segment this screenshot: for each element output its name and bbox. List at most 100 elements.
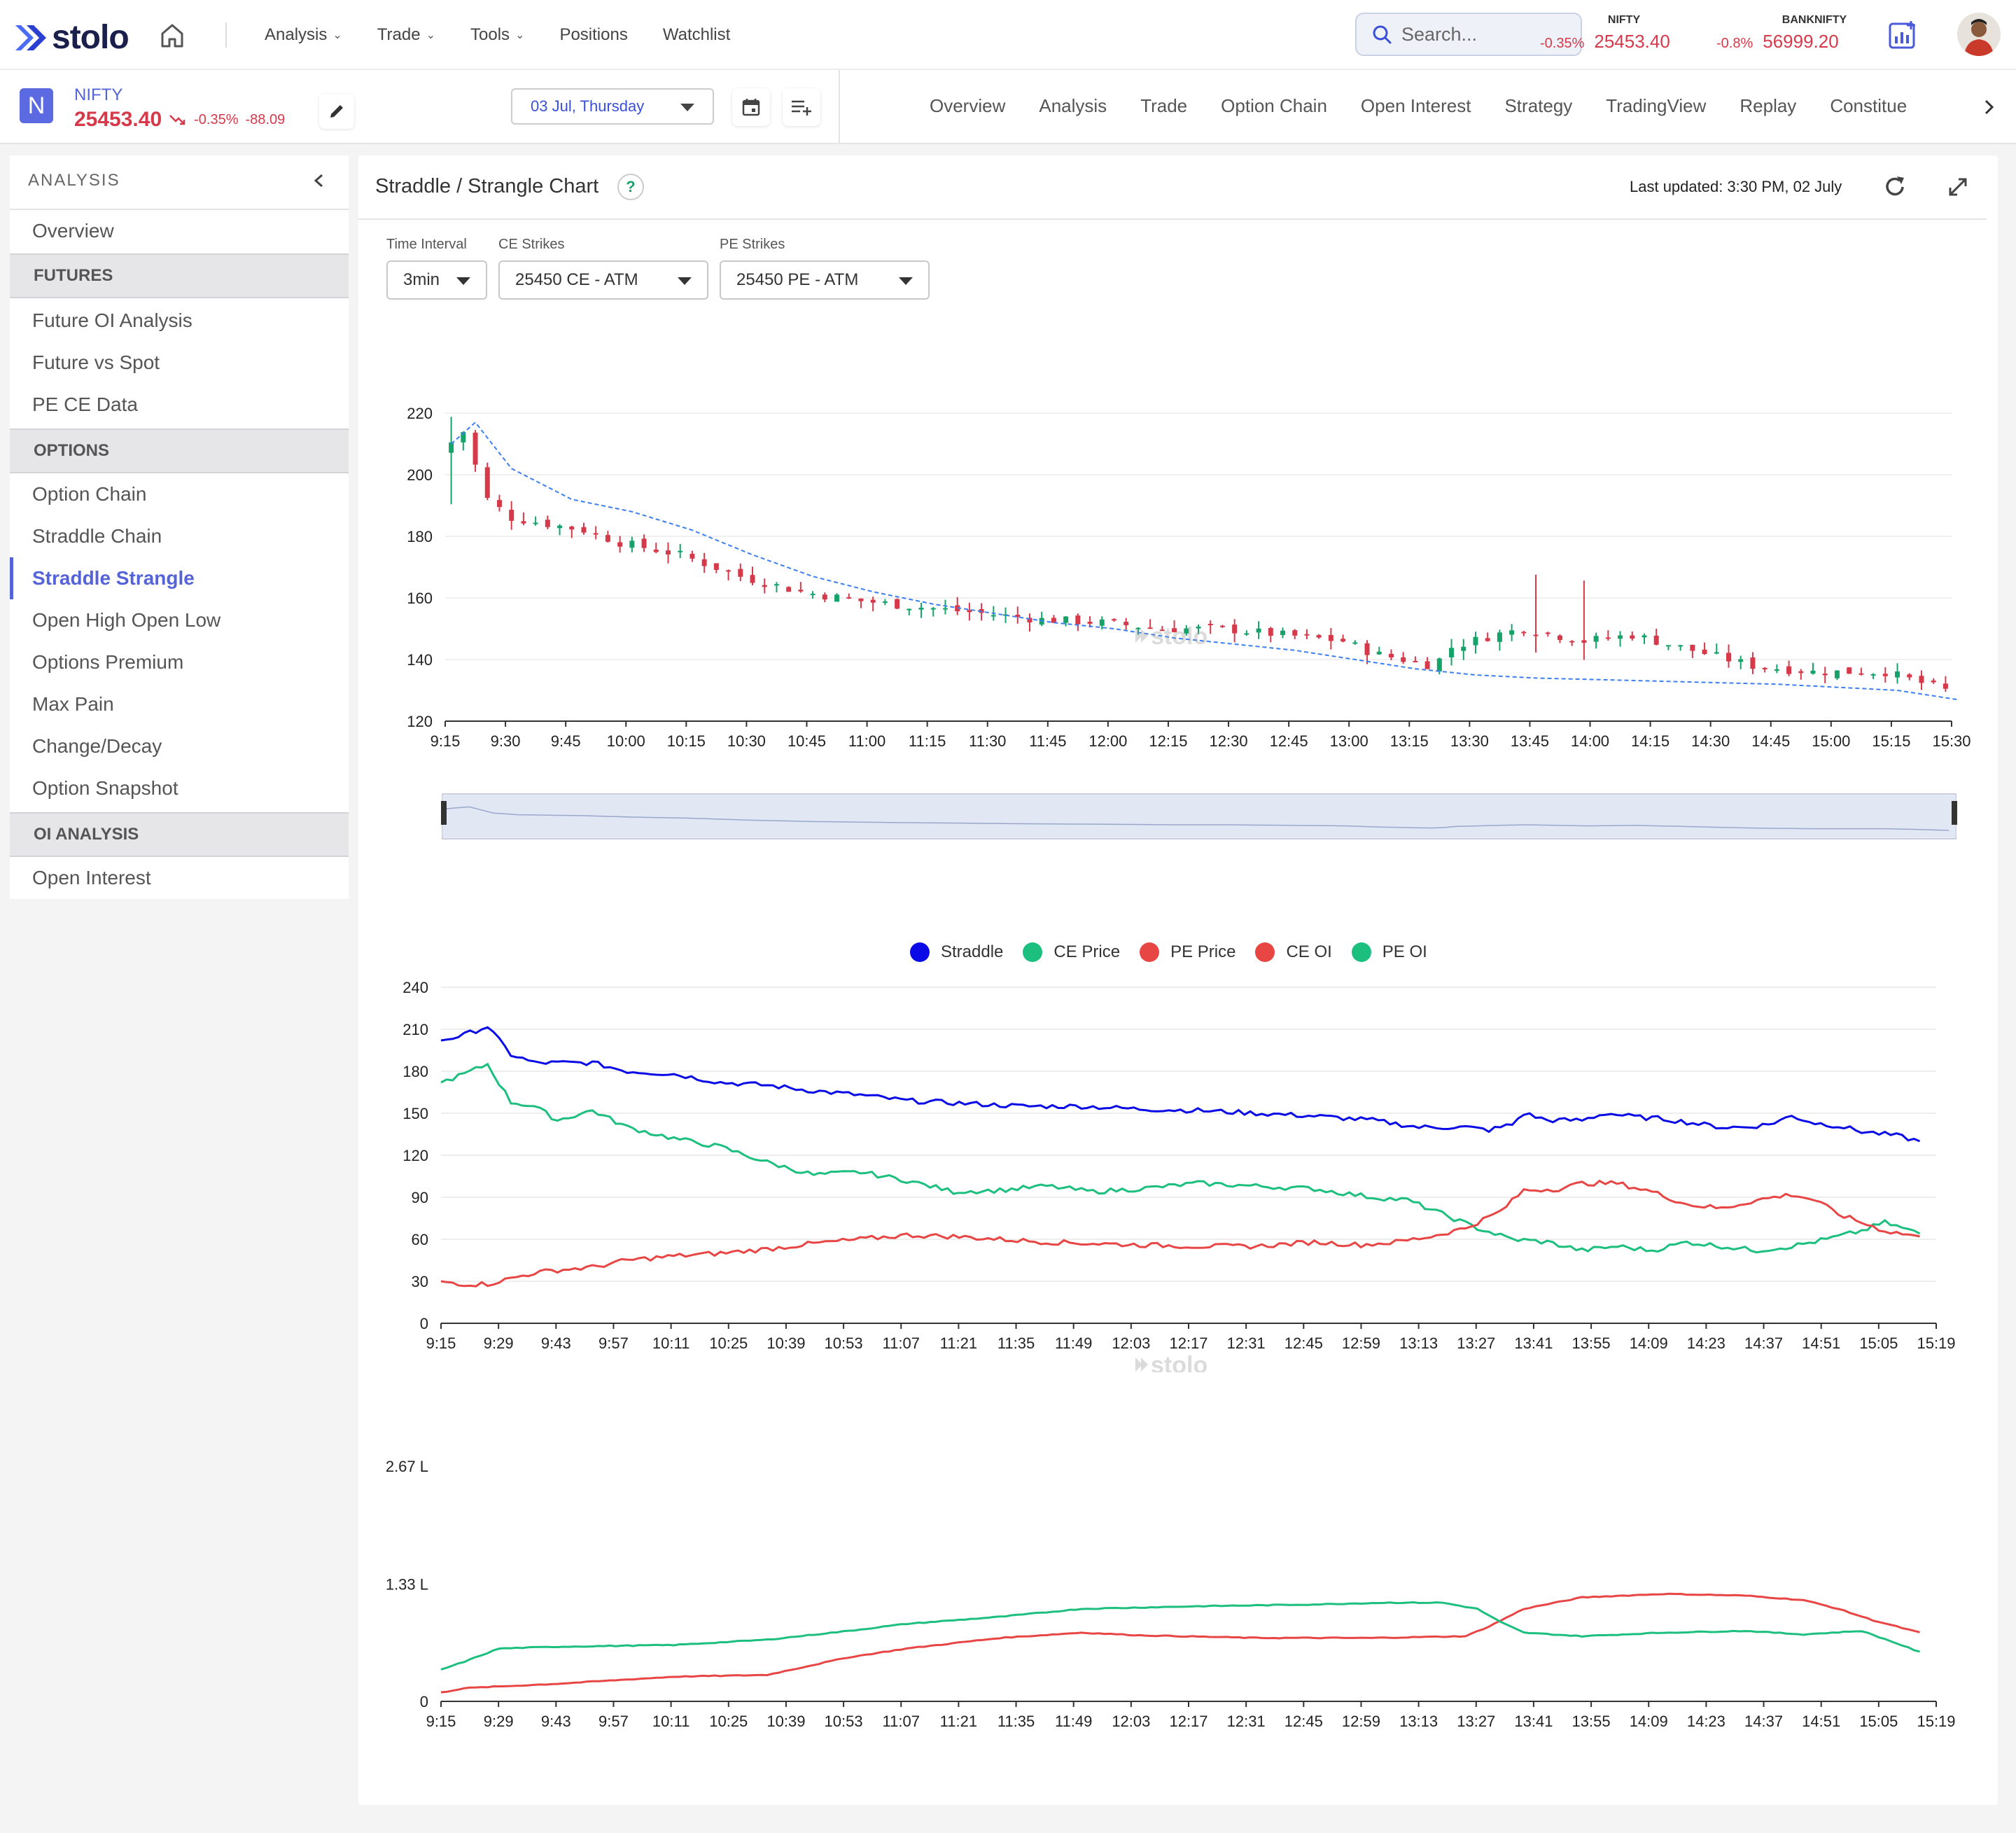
candle[interactable] xyxy=(846,593,852,599)
candle[interactable] xyxy=(1834,670,1840,681)
candle[interactable] xyxy=(509,501,514,530)
candle[interactable] xyxy=(955,597,960,615)
candle[interactable] xyxy=(834,593,840,602)
candle[interactable] xyxy=(1280,627,1286,639)
candle[interactable] xyxy=(713,563,719,573)
nav-menu-watchlist[interactable]: Watchlist xyxy=(663,0,730,70)
candle[interactable] xyxy=(786,586,792,592)
sidebar-item-open-high-open-low[interactable]: Open High Open Low xyxy=(10,599,349,641)
candle[interactable] xyxy=(895,598,900,610)
candle[interactable] xyxy=(690,550,695,562)
sidebar-item-future-oi-analysis[interactable]: Future OI Analysis xyxy=(10,300,349,342)
candle[interactable] xyxy=(1124,618,1129,630)
candle[interactable] xyxy=(1858,667,1864,676)
oi-line-chart[interactable]: 0 1.33 L 2.67 L 9:15 9:29 9:43 9:57 10:11 10:25 1… xyxy=(358,1442,1982,1736)
candle[interactable] xyxy=(1268,627,1273,643)
candle[interactable] xyxy=(1316,634,1322,639)
candle[interactable] xyxy=(1533,574,1539,653)
candle[interactable] xyxy=(870,597,876,612)
candle[interactable] xyxy=(1618,631,1623,647)
add-chart-icon[interactable] xyxy=(1887,20,1918,50)
candle[interactable] xyxy=(701,552,707,573)
candle[interactable] xyxy=(1485,632,1490,642)
candle[interactable] xyxy=(1714,643,1719,655)
legend-item-ce-oi[interactable]: CE OI xyxy=(1255,942,1332,962)
candle[interactable] xyxy=(1931,678,1936,684)
tab-replay[interactable]: Replay xyxy=(1740,95,1796,117)
candle[interactable] xyxy=(1738,655,1744,669)
candle[interactable] xyxy=(1942,676,1948,692)
candle[interactable] xyxy=(1039,611,1044,627)
ce-strike-select[interactable]: 25450 CE - ATM xyxy=(498,260,708,300)
sidebar-item-option-chain[interactable]: Option Chain xyxy=(10,473,349,515)
candle[interactable] xyxy=(1075,613,1081,632)
sidebar-item-overview[interactable]: Overview xyxy=(10,210,349,252)
sidebar-item-straddle-chain[interactable]: Straddle Chain xyxy=(10,515,349,557)
candle[interactable] xyxy=(472,430,478,472)
candle[interactable] xyxy=(1690,644,1695,658)
legend-item-pe-price[interactable]: PE Price xyxy=(1140,942,1236,962)
candle[interactable] xyxy=(521,512,526,526)
candle[interactable] xyxy=(822,592,827,603)
candle[interactable] xyxy=(942,599,948,615)
sidebar-item-future-vs-spot[interactable]: Future vs Spot xyxy=(10,342,349,384)
sidebar-item-options-premium[interactable]: Options Premium xyxy=(10,641,349,683)
candlestick-chart[interactable]: 120 140 160 180 200 220 9:15 9:30 9:45 10:00 10:15… xyxy=(358,392,1982,854)
tab-analysis[interactable]: Analysis xyxy=(1039,95,1107,117)
candle[interactable] xyxy=(1678,645,1684,651)
series-line-ce-oi[interactable] xyxy=(440,1592,1920,1694)
candle[interactable] xyxy=(1702,642,1707,655)
candle[interactable] xyxy=(557,524,563,536)
tab-open-interest[interactable]: Open Interest xyxy=(1361,95,1471,117)
sidebar-item-option-snapshot[interactable]: Option Snapshot xyxy=(10,767,349,809)
refresh-button[interactable] xyxy=(1882,174,1908,200)
sidebar-item-change-decay[interactable]: Change/Decay xyxy=(10,725,349,767)
candle[interactable] xyxy=(906,608,912,615)
candle[interactable] xyxy=(930,607,936,617)
candle[interactable] xyxy=(1461,639,1466,660)
series-line-ce-price[interactable] xyxy=(440,1062,1921,1254)
price-line-chart[interactable]: 0 30 60 90 120 150 180 210 240 9:15 9:29 9:43 9:57 10… xyxy=(358,924,1982,1372)
candle[interactable] xyxy=(1340,634,1346,643)
sidebar-item-open-interest[interactable]: Open Interest xyxy=(10,857,349,899)
legend-item-pe-oi[interactable]: PE OI xyxy=(1351,942,1427,962)
candle[interactable] xyxy=(593,526,598,540)
candle[interactable] xyxy=(1569,640,1575,646)
candle[interactable] xyxy=(653,543,659,554)
candle[interactable] xyxy=(1521,630,1527,636)
candle[interactable] xyxy=(798,582,804,593)
candle[interactable] xyxy=(1292,629,1298,639)
candle[interactable] xyxy=(1882,667,1888,683)
candle[interactable] xyxy=(1497,629,1502,651)
candle[interactable] xyxy=(1015,606,1021,624)
tab-option-chain[interactable]: Option Chain xyxy=(1221,95,1327,117)
candle[interactable] xyxy=(641,534,647,552)
range-handle-right[interactable] xyxy=(1952,801,1957,825)
candle[interactable] xyxy=(858,598,864,608)
candle[interactable] xyxy=(918,602,924,618)
candle[interactable] xyxy=(1642,633,1647,644)
candle[interactable] xyxy=(581,522,587,535)
candle[interactable] xyxy=(1919,670,1924,690)
sidebar-item-pe-ce-data[interactable]: PE CE Data xyxy=(10,384,349,426)
candle[interactable] xyxy=(1232,619,1238,643)
range-slider[interactable] xyxy=(441,793,1957,839)
candle[interactable] xyxy=(1605,630,1611,641)
nav-menu-positions[interactable]: Positions xyxy=(559,0,627,70)
candle[interactable] xyxy=(750,566,755,586)
edit-instrument-button[interactable] xyxy=(319,94,354,129)
candle[interactable] xyxy=(545,515,550,529)
nav-menu-trade[interactable]: Trade ⌄ xyxy=(377,0,435,70)
calendar-button[interactable] xyxy=(732,88,770,126)
candle[interactable] xyxy=(1750,652,1756,674)
help-icon[interactable]: ? xyxy=(617,174,644,200)
candle[interactable] xyxy=(738,563,743,581)
candle[interactable] xyxy=(1473,632,1478,654)
candle[interactable] xyxy=(1593,632,1599,649)
candle[interactable] xyxy=(967,602,972,621)
candle[interactable] xyxy=(1774,664,1779,674)
candle[interactable] xyxy=(1352,640,1358,645)
tab-tradingview[interactable]: TradingView xyxy=(1606,95,1706,117)
candle[interactable] xyxy=(1328,627,1334,650)
candle[interactable] xyxy=(1244,630,1250,636)
